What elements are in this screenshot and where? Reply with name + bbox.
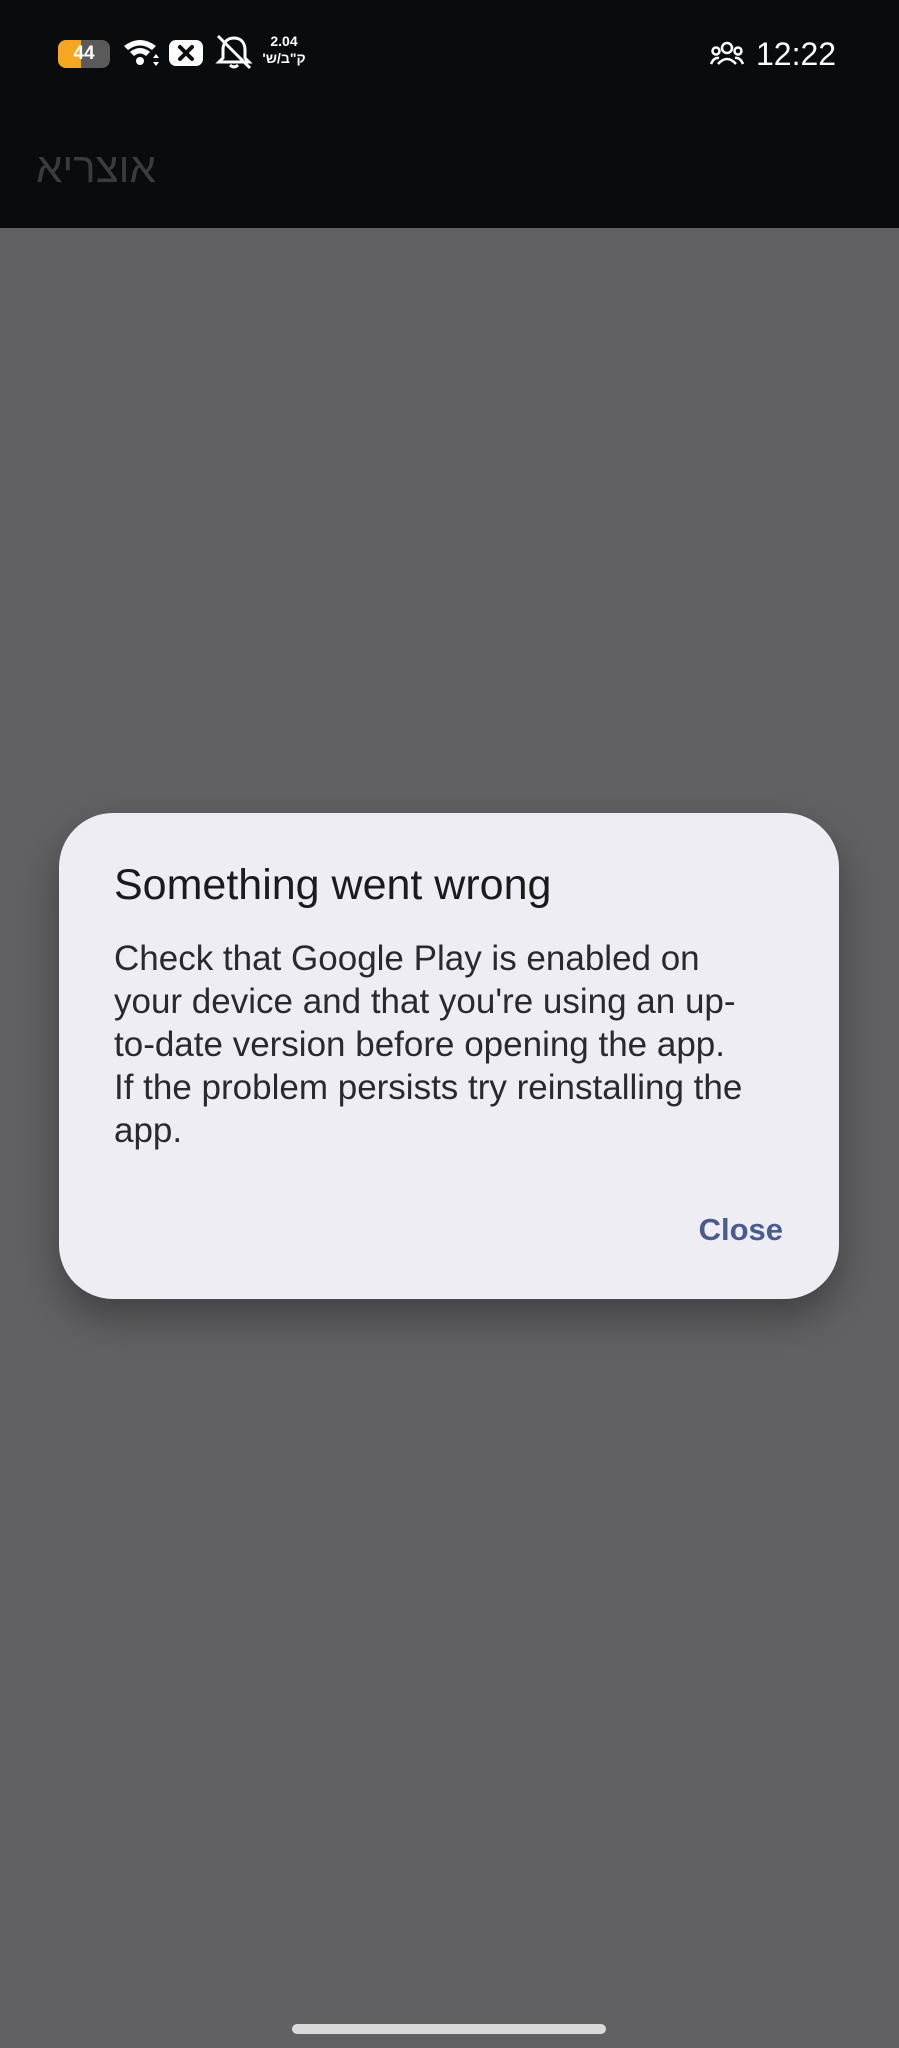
net-speed-unit: ק"ב/ש' [262,50,306,66]
net-speed-value: 2.04 [270,33,298,49]
error-dialog: Something went wrong Check that Google P… [59,813,839,1299]
battery-icon: 44 [58,40,110,68]
app-title: אוצריא [36,144,156,191]
bell-muted-icon [215,34,253,70]
dialog-message: Check that Google Play is enabled on you… [114,939,743,1150]
net-speed: 2.04 ק"ב/ש' [258,33,310,67]
top-area: 44 2.04 ק"ב/ש' 12:22 אוצריא [0,0,899,228]
status-bar: 44 2.04 ק"ב/ש' 12:22 [0,0,899,108]
app-bar: אוצריא [0,108,899,228]
people-icon [710,41,744,65]
close-button[interactable]: Close [685,1205,797,1255]
wifi-icon [124,40,159,66]
battery-level: 44 [73,43,95,64]
home-gesture-bar[interactable] [292,2024,606,2034]
dialog-title: Something went wrong [114,861,552,909]
clock: 12:22 [756,36,837,72]
x-icon [169,40,203,66]
